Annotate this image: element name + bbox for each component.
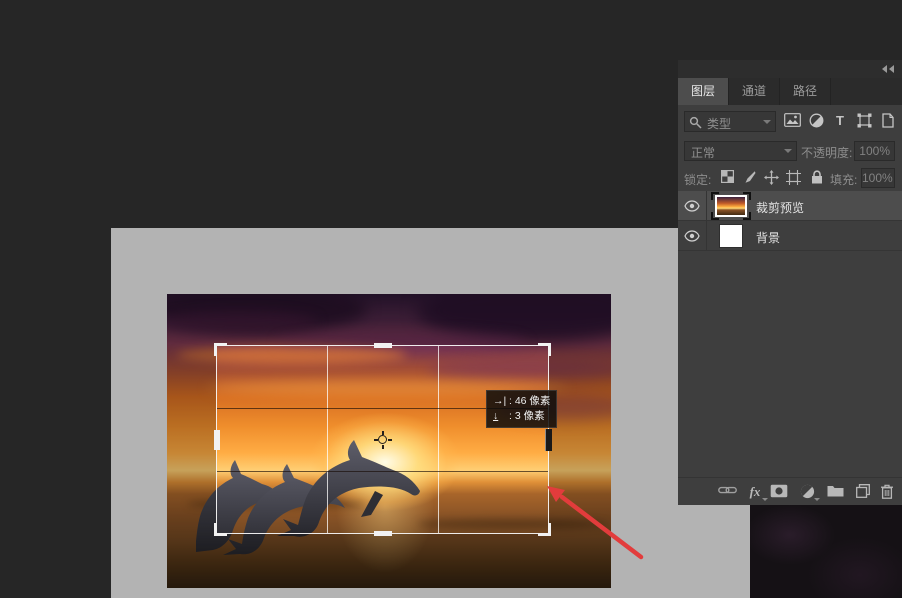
layer-thumbnail-background[interactable]	[720, 225, 742, 247]
visibility-eye-icon[interactable]	[684, 200, 700, 215]
layer-name: 背景	[756, 229, 780, 246]
tooltip-width-value: : 46 像素	[509, 395, 550, 407]
right-arrow-to-bar-icon: →|	[493, 394, 509, 409]
down-arrow-to-bar-icon: ↓	[493, 409, 509, 424]
crop-corner-handle-top-right[interactable]	[538, 343, 551, 356]
chevron-down-icon	[784, 149, 792, 153]
tooltip-height-row: ↓: 3 像素	[493, 409, 550, 424]
tab-channels[interactable]: 通道	[729, 78, 780, 105]
chevron-left-icon	[882, 65, 887, 73]
crop-corner-handle-bottom-left[interactable]	[214, 523, 227, 536]
delete-layer-trash-icon[interactable]	[877, 484, 897, 501]
lock-image-pixels-brush-icon[interactable]	[740, 170, 758, 186]
crop-grid-line-vertical	[438, 346, 439, 533]
filter-adjustment-layers-icon[interactable]	[806, 113, 826, 131]
new-group-folder-icon[interactable]	[825, 484, 845, 501]
layer-row-crop-preview[interactable]: 裁剪预览	[678, 191, 902, 221]
crop-shield	[167, 345, 216, 534]
crop-shield	[167, 294, 611, 345]
chevron-down-icon	[762, 498, 768, 501]
tab-paths[interactable]: 路径	[780, 78, 831, 105]
blend-mode-dropdown[interactable]: 正常	[684, 141, 797, 161]
layer-row-background[interactable]: 背景	[678, 221, 902, 251]
chevron-down-icon	[763, 120, 771, 124]
crop-corner-handle-bottom-right[interactable]	[538, 523, 551, 536]
blend-mode-value: 正常	[691, 144, 715, 161]
lock-row: 锁定: 填充: 100%	[678, 164, 902, 191]
collapse-panel-button[interactable]	[882, 65, 896, 73]
crop-grid-line-horizontal	[217, 471, 548, 472]
crop-grid-line-vertical	[327, 346, 328, 533]
fill-label: 填充:	[830, 171, 857, 188]
filter-type-value: 类型	[707, 115, 731, 132]
layers-panel-toolbar: fx	[678, 477, 902, 505]
chevron-down-icon	[814, 498, 820, 501]
filter-smart-object-icon[interactable]	[878, 113, 898, 131]
panel-tabs: 图层 通道 路径	[678, 78, 902, 105]
crop-center-pivot[interactable]	[375, 432, 391, 448]
background-image-fragment	[750, 505, 902, 598]
tab-layers[interactable]: 图层	[678, 78, 729, 105]
filter-pixel-layers-icon[interactable]	[782, 113, 802, 131]
search-icon	[689, 116, 702, 129]
layer-name: 裁剪预览	[756, 199, 804, 216]
crop-dimension-tooltip: →|: 46 像素 ↓: 3 像素	[486, 390, 557, 428]
filter-type-dropdown[interactable]: 类型	[684, 111, 776, 132]
lock-transparent-pixels-icon[interactable]	[718, 170, 736, 186]
lock-position-move-icon[interactable]	[762, 170, 780, 186]
thumbnail-image	[715, 195, 747, 217]
lock-all-padlock-icon[interactable]	[808, 170, 826, 186]
crop-edge-handle-left[interactable]	[214, 430, 220, 450]
crop-bounding-box[interactable]	[216, 345, 549, 534]
tooltip-height-value: : 3 像素	[509, 410, 545, 422]
add-layer-mask-icon[interactable]	[769, 484, 789, 501]
layers-panel: 图层 通道 路径 类型 T	[678, 60, 902, 505]
chevron-left-icon	[889, 65, 894, 73]
crop-edge-handle-right[interactable]	[545, 429, 552, 451]
blend-mode-row: 正常 不透明度: 100%	[678, 139, 902, 164]
opacity-label: 不透明度:	[801, 144, 852, 161]
crop-corner-handle-top-left[interactable]	[214, 343, 227, 356]
tooltip-width-row: →|: 46 像素	[493, 394, 550, 409]
crop-edge-handle-bottom[interactable]	[374, 531, 392, 536]
filter-shape-layers-icon[interactable]	[854, 113, 874, 131]
fill-value-field[interactable]: 100%	[861, 168, 895, 188]
lock-label: 锁定:	[684, 171, 711, 188]
photoshop-window: →|: 46 像素 ↓: 3 像素 图层 通道 路径	[0, 0, 902, 598]
crop-edge-handle-top[interactable]	[374, 343, 392, 348]
new-layer-icon[interactable]	[853, 484, 873, 501]
link-layers-icon[interactable]	[717, 484, 737, 501]
crop-shield	[167, 534, 611, 588]
panel-header-bar	[678, 60, 902, 78]
layer-thumbnail-crop-preview[interactable]	[711, 192, 751, 220]
layer-filter-row: 类型 T	[678, 105, 902, 139]
filter-type-layers-icon[interactable]: T	[830, 113, 850, 131]
crop-shield	[549, 345, 611, 534]
visibility-eye-icon[interactable]	[684, 230, 700, 245]
lock-artboard-nesting-icon[interactable]	[784, 170, 802, 186]
opacity-value-field[interactable]: 100%	[854, 141, 895, 161]
